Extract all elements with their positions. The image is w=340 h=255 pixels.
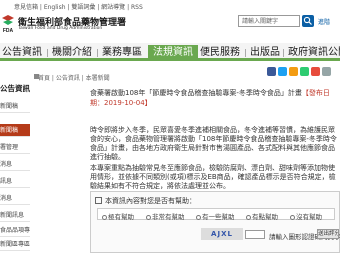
article-paragraph: 時令即將步入冬季，民眾喜愛冬季進補相關食品，冬令進補等習慣，為維護民眾食的安心，… [90, 126, 337, 161]
font-size-icon[interactable] [322, 67, 331, 76]
top-links[interactable]: 意見信箱 | English | 雙語詞彙 | 網站導覽 | RSS [14, 2, 143, 11]
line-icon[interactable] [300, 67, 309, 76]
submit-rating-button[interactable]: 送出評分 [317, 229, 339, 239]
nav-item-announcements[interactable]: 公告資訊 [2, 45, 42, 61]
site-logo[interactable]: FDA 衛生福利部食品藥物管理署 Taiwan Food and Drug Ad… [0, 14, 126, 34]
sidebar: 公告資訊 新聞稿 新聞稿 署管理 消息 訊息 消息 新聞訊息 食品品項專區 新聞… [0, 66, 30, 255]
sidebar-item[interactable]: 訊息 [0, 175, 30, 188]
nav-item-open-info[interactable]: 政府資訊公開 [288, 45, 340, 61]
sidebar-item[interactable]: 消息 [0, 158, 30, 171]
nav-divider [283, 49, 284, 57]
logo-mark-text: FDA [3, 28, 14, 34]
search-input[interactable]: 請輸入關鍵字 [238, 15, 300, 27]
nav-divider [47, 49, 48, 57]
radio-icon [196, 215, 201, 220]
sidebar-item-news[interactable]: 新聞稿 [0, 124, 30, 137]
radio-icon [246, 215, 251, 220]
sidebar-item[interactable]: 新聞區專區 [0, 238, 30, 251]
top-bar: 意見信箱 | English | 雙語詞彙 | 網站導覽 | RSS FDA 衛… [0, 0, 340, 36]
nav-divider [97, 49, 98, 57]
print-icon[interactable] [311, 67, 320, 76]
survey-title: 本資訊內容對您是否有幫助： [105, 197, 196, 205]
twitter-icon[interactable] [278, 67, 287, 76]
radio-icon [146, 215, 151, 220]
search-icon [303, 16, 312, 25]
survey-icon [95, 197, 102, 204]
sidebar-item[interactable]: 新聞訊息 [0, 209, 30, 222]
captcha-input[interactable] [245, 230, 265, 239]
nav-item-publications[interactable]: 出版品 [250, 45, 280, 61]
article-title: 食藥署啟動108年「節慶時令食品稽查抽驗專案-冬季時令食品」計畫 [90, 89, 302, 97]
share-icon[interactable] [289, 67, 298, 76]
search-button[interactable] [302, 15, 314, 27]
survey-options: 極有幫助 非常有幫助 有一些幫助 有點幫助 沒有幫助 [97, 208, 335, 221]
feedback-survey: 本資訊內容對您是否有幫助： 極有幫助 非常有幫助 有一些幫助 有點幫助 沒有幫助… [90, 191, 340, 253]
survey-option[interactable]: 有一些幫助 [196, 211, 235, 221]
nav-item-business[interactable]: 業務專區 [102, 45, 142, 61]
sidebar-title: 公告資訊 [0, 84, 30, 93]
survey-option[interactable]: 極有幫助 [102, 211, 134, 221]
nav-item-about[interactable]: 機關介紹 [52, 45, 92, 61]
radio-icon [102, 215, 107, 220]
sidebar-item[interactable]: 署管理 [0, 141, 30, 154]
article-paragraph: 本專案重點為抽驗常見冬至應節食品，檢驗防腐劑、漂白劑、甜味劑等添加物使用情形，並… [90, 164, 336, 190]
survey-option[interactable]: 沒有幫助 [290, 211, 322, 221]
survey-option[interactable]: 有點幫助 [246, 211, 278, 221]
sidebar-item[interactable]: 食品品項專區 [0, 224, 30, 237]
article-headline: 食藥署啟動108年「節慶時令食品稽查抽驗專案-冬季時令食品」計畫【發布日期：20… [90, 88, 340, 108]
sidebar-item[interactable]: 新聞稿 [0, 100, 30, 113]
facebook-icon[interactable] [267, 67, 276, 76]
fda-logo-icon: FDA [0, 14, 16, 34]
breadcrumb[interactable]: 首頁 | 公告資訊 | 本署新聞 [38, 73, 110, 82]
logo-subtitle: Taiwan Food and Drug Administration [18, 26, 103, 31]
survey-option[interactable]: 非常有幫助 [146, 211, 185, 221]
nav-item-regulations[interactable]: 法規資訊 [148, 45, 198, 61]
radio-icon [290, 215, 295, 220]
advanced-search-link[interactable]: 進階 [318, 17, 330, 26]
nav-item-services[interactable]: 便民服務 [200, 45, 240, 61]
captcha-image: AJXL [201, 228, 243, 240]
main-nav: 公告資訊 機關介紹 業務專區 法規資訊 便民服務 出版品 政府資訊公開 [0, 43, 340, 61]
sidebar-item[interactable]: 消息 [0, 192, 30, 205]
nav-divider [245, 49, 246, 57]
